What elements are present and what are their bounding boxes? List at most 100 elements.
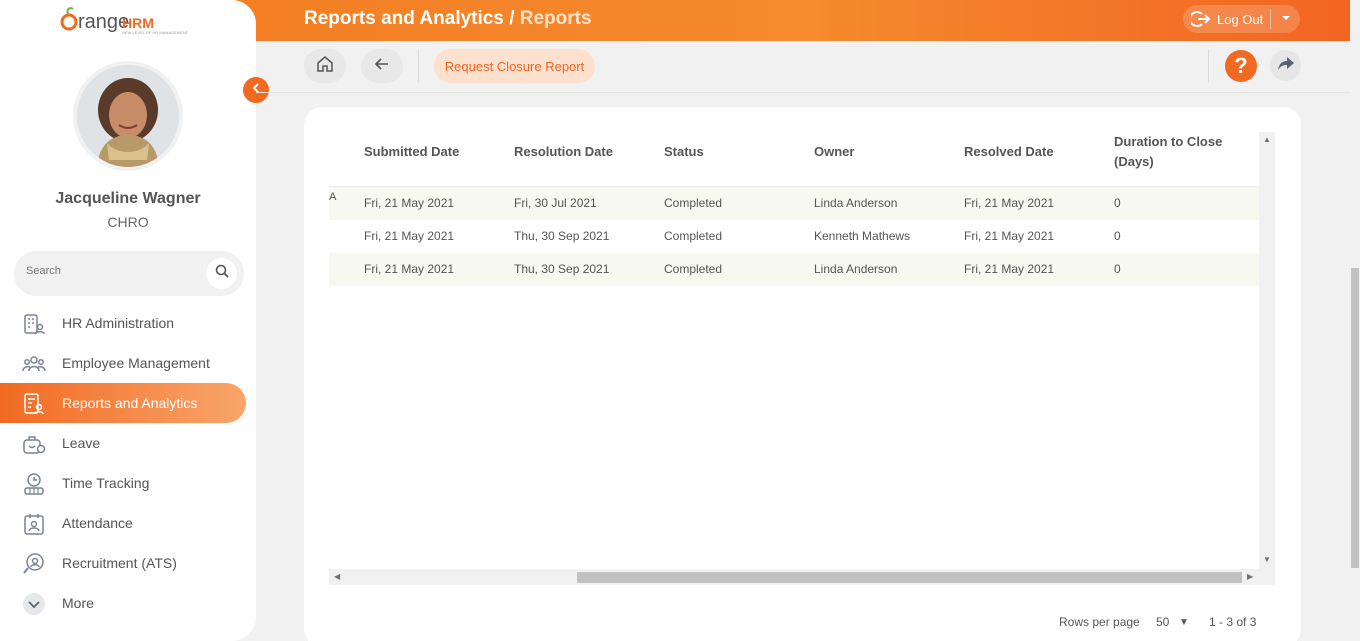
column-header-resolution-date[interactable]: Resolution Date	[514, 142, 613, 162]
clock-icon	[22, 472, 46, 496]
chevron-left-icon	[250, 81, 262, 99]
report-table: Submitted Date Resolution Date Status Ow…	[329, 132, 1259, 286]
orangehrm-logo: range HRM NEW LEVEL OF HR MANAGEMENT	[60, 5, 200, 40]
sidebar-item-label: Recruitment (ATS)	[62, 555, 177, 571]
logout-button[interactable]: Log Out	[1183, 5, 1300, 33]
page-scrollbar[interactable]	[1350, 0, 1360, 641]
home-button[interactable]	[304, 49, 346, 83]
sidebar-item-reports-and-analytics[interactable]: Reports and Analytics	[0, 383, 246, 423]
cell-submitted-date: Fri, 21 May 2021	[364, 262, 455, 276]
cell-resolved-date: Fri, 21 May 2021	[964, 229, 1055, 243]
cell-owner: Linda Anderson	[814, 196, 898, 210]
building-user-icon	[22, 312, 46, 336]
pagination-range: 1 - 3 of 3	[1209, 615, 1257, 629]
column-header-duration-to-close[interactable]: Duration to Close (Days)	[1114, 132, 1234, 172]
cell-submitted-date: Fri, 21 May 2021	[364, 196, 455, 210]
cell-duration: 0	[1114, 229, 1121, 243]
sidebar-item-label: More	[62, 595, 94, 611]
sidebar-menu: HR Administration Employee Management Re…	[0, 303, 256, 623]
leave-icon	[22, 432, 46, 456]
column-header-submitted-date[interactable]: Submitted Date	[364, 142, 459, 162]
sidebar-item-label: Attendance	[62, 515, 133, 531]
user-role: CHRO	[107, 214, 149, 230]
sidebar-item-label: HR Administration	[62, 315, 175, 331]
rows-per-page-select[interactable]: 50	[1156, 615, 1169, 629]
sidebar-search	[14, 251, 244, 296]
clipped-cell-text: A	[329, 191, 337, 203]
sidebar-item-recruitment[interactable]: Recruitment (ATS)	[0, 543, 256, 583]
cell-resolved-date: Fri, 21 May 2021	[964, 262, 1055, 276]
search-input[interactable]	[26, 265, 206, 277]
scroll-right-arrow-icon[interactable]: ▶	[1247, 572, 1253, 581]
collapse-sidebar-button[interactable]	[243, 77, 269, 103]
cell-duration: 0	[1114, 196, 1121, 210]
page-title: Reports and Analytics / Reports	[304, 8, 592, 30]
column-header-owner[interactable]: Owner	[814, 142, 854, 162]
cell-status: Completed	[664, 196, 723, 210]
sidebar-item-attendance[interactable]: Attendance	[0, 503, 256, 543]
table-row[interactable]: Fri, 21 May 2021 Thu, 30 Sep 2021 Comple…	[329, 220, 1259, 253]
cell-resolved-date: Fri, 21 May 2021	[964, 196, 1055, 210]
table-row[interactable]: A Fri, 21 May 2021 Fri, 30 Jul 2021 Comp…	[329, 187, 1259, 220]
table-header: Submitted Date Resolution Date Status Ow…	[329, 132, 1259, 187]
sidebar-item-leave[interactable]: Leave	[0, 423, 256, 463]
sidebar-item-label: Employee Management	[62, 355, 210, 371]
toolbar-bottom-border	[256, 92, 1350, 93]
logout-divider	[1270, 9, 1271, 29]
cell-submitted-date: Fri, 21 May 2021	[364, 229, 455, 243]
people-group-icon	[22, 352, 46, 376]
dropdown-caret-icon[interactable]	[1280, 11, 1292, 28]
page-title-main: Reports and Analytics	[304, 8, 504, 29]
search-icon	[215, 264, 229, 283]
cell-resolution-date: Fri, 30 Jul 2021	[514, 196, 597, 210]
sidebar-item-employee-management[interactable]: Employee Management	[0, 343, 256, 383]
cell-resolution-date: Thu, 30 Sep 2021	[514, 262, 610, 276]
svg-text:HRM: HRM	[122, 15, 154, 31]
sidebar-item-label: Reports and Analytics	[62, 395, 198, 411]
page-title-sub: Reports	[519, 8, 592, 29]
logout-label: Log Out	[1217, 11, 1264, 27]
scroll-up-arrow-icon[interactable]: ▲	[1263, 135, 1271, 144]
help-button[interactable]: ?	[1225, 50, 1257, 82]
cell-status: Completed	[664, 229, 723, 243]
sidebar-item-hr-administration[interactable]: HR Administration	[0, 303, 256, 343]
rows-per-page-caret-icon[interactable]: ▼	[1179, 617, 1189, 628]
horizontal-scrollbar-thumb[interactable]	[577, 572, 1242, 583]
user-name: Jacqueline Wagner	[55, 190, 201, 207]
attendance-icon	[22, 512, 46, 536]
scroll-down-arrow-icon[interactable]: ▼	[1263, 555, 1271, 564]
scroll-left-arrow-icon[interactable]: ◀	[334, 572, 340, 581]
chevron-down-icon	[22, 592, 46, 616]
cell-owner: Linda Anderson	[814, 262, 898, 276]
table-vertical-scrollbar[interactable]: ▲ ▼	[1259, 132, 1275, 569]
cell-duration: 0	[1114, 262, 1121, 276]
page-scrollbar-thumb[interactable]	[1351, 268, 1359, 568]
toolbar-divider	[1208, 49, 1209, 83]
cell-resolution-date: Thu, 30 Sep 2021	[514, 229, 610, 243]
sidebar-item-time-tracking[interactable]: Time Tracking	[0, 463, 256, 503]
avatar[interactable]	[73, 61, 183, 171]
search-button[interactable]	[206, 258, 237, 289]
column-header-resolved-date[interactable]: Resolved Date	[964, 142, 1054, 162]
share-button[interactable]	[1270, 50, 1301, 81]
cell-owner: Kenneth Mathews	[814, 229, 911, 243]
table-horizontal-scrollbar[interactable]: ◀ ▶	[329, 569, 1275, 585]
rows-per-page-label: Rows per page	[1059, 615, 1140, 629]
back-button[interactable]	[361, 49, 403, 83]
sidebar: range HRM NEW LEVEL OF HR MANAGEMENT Jac…	[0, 0, 256, 641]
cell-status: Completed	[664, 262, 723, 276]
page-title-separator: /	[509, 8, 515, 29]
arrow-left-icon	[374, 56, 390, 77]
sidebar-item-more[interactable]: More	[0, 583, 256, 623]
share-icon	[1277, 55, 1295, 76]
svg-text:NEW LEVEL OF HR MANAGEMENT: NEW LEVEL OF HR MANAGEMENT	[122, 30, 189, 35]
logout-icon	[1189, 10, 1211, 31]
request-closure-report-button[interactable]: Request Closure Report	[434, 49, 595, 83]
home-icon	[316, 55, 334, 78]
table-row[interactable]: Fri, 21 May 2021 Thu, 30 Sep 2021 Comple…	[329, 253, 1259, 286]
recruitment-icon	[22, 552, 46, 576]
toolbar-divider	[418, 49, 419, 83]
sidebar-item-label: Time Tracking	[62, 475, 150, 491]
report-user-icon	[22, 392, 46, 416]
column-header-status[interactable]: Status	[664, 142, 704, 162]
